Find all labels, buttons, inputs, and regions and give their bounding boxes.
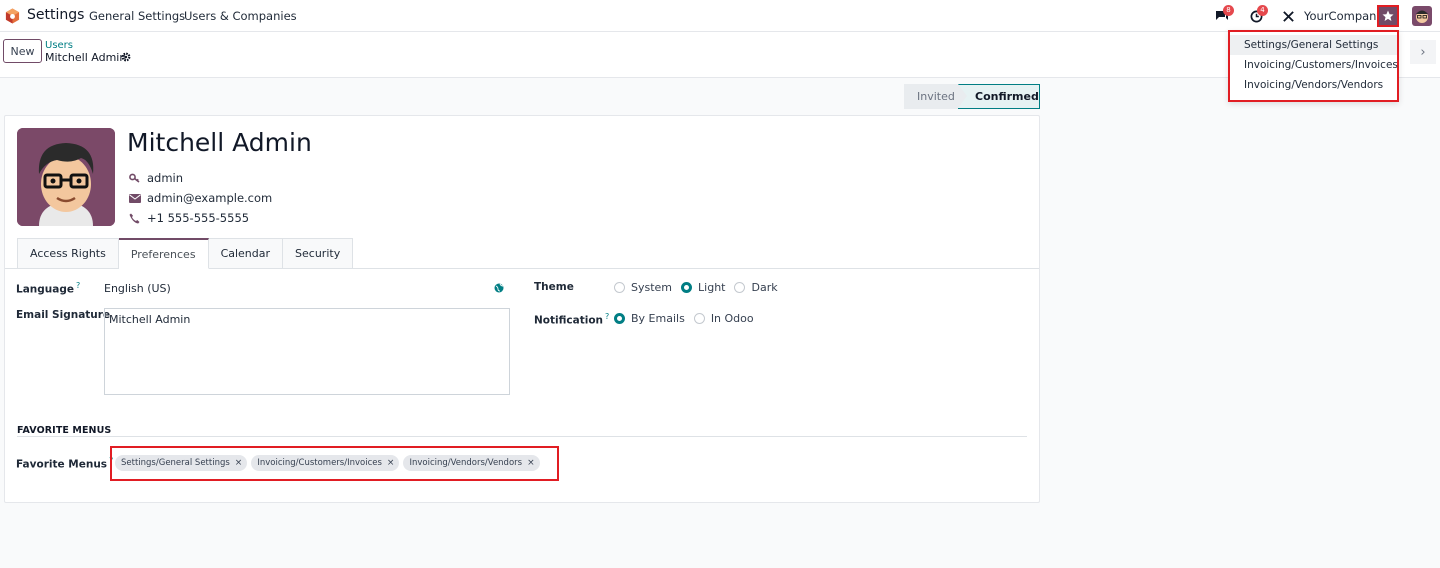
stage-confirmed[interactable]: Confirmed bbox=[958, 84, 1040, 109]
breadcrumb-users[interactable]: Users bbox=[45, 40, 73, 51]
tag-label: Invoicing/Vendors/Vendors bbox=[409, 458, 523, 468]
user-name-title[interactable]: Mitchell Admin bbox=[127, 128, 312, 157]
tag-label: Settings/General Settings bbox=[121, 458, 230, 468]
tag-label: Invoicing/Customers/Invoices bbox=[257, 458, 382, 468]
gear-icon[interactable] bbox=[121, 52, 131, 62]
tab-calendar[interactable]: Calendar bbox=[208, 238, 284, 269]
language-label: Language? bbox=[16, 281, 81, 296]
tab-preferences[interactable]: Preferences bbox=[118, 238, 209, 269]
company-switcher[interactable]: YourCompany bbox=[1304, 9, 1383, 23]
control-panel: New Users Mitchell Admin › bbox=[0, 32, 1440, 78]
clock-icon[interactable]: 4 bbox=[1248, 5, 1268, 24]
signature-field[interactable]: Mitchell Admin bbox=[104, 308, 510, 395]
app-name[interactable]: Settings bbox=[27, 7, 84, 23]
phone-value[interactable]: +1 555-555-5555 bbox=[147, 211, 249, 225]
dropdown-item-vendors[interactable]: Invoicing/Vendors/Vendors bbox=[1230, 75, 1397, 95]
star-icon bbox=[1382, 10, 1394, 21]
theme-dark-option[interactable]: Dark bbox=[734, 281, 778, 294]
section-divider bbox=[17, 436, 1027, 437]
tag-remove-icon[interactable]: × bbox=[387, 458, 395, 468]
key-icon bbox=[129, 173, 143, 183]
tag-remove-icon[interactable]: × bbox=[235, 458, 243, 468]
help-icon[interactable]: ? bbox=[605, 312, 609, 321]
user-avatar[interactable] bbox=[1412, 6, 1432, 26]
odoo-logo-icon[interactable] bbox=[5, 8, 20, 24]
notification-odoo-label: In Odoo bbox=[710, 312, 754, 325]
language-field[interactable]: English (US) bbox=[104, 282, 171, 295]
radio-button-checked[interactable] bbox=[681, 282, 693, 293]
theme-system-label: System bbox=[631, 281, 673, 294]
favorite-menus-section-title: FAVORITE MENUS bbox=[17, 425, 112, 436]
tab-access-rights[interactable]: Access Rights bbox=[17, 238, 119, 269]
theme-light-option[interactable]: Light bbox=[681, 281, 725, 294]
signature-label: Email Signature bbox=[16, 309, 111, 321]
help-icon[interactable]: ? bbox=[76, 281, 80, 290]
messages-badge: 8 bbox=[1223, 5, 1234, 16]
notification-label: Notification? bbox=[534, 312, 610, 327]
status-bar: Invited Confirmed bbox=[904, 84, 1040, 109]
globe-icon[interactable] bbox=[494, 283, 504, 293]
pager-next-button[interactable]: › bbox=[1410, 40, 1436, 64]
tools-icon[interactable] bbox=[1280, 8, 1296, 24]
dropdown-item-general-settings[interactable]: Settings/General Settings bbox=[1230, 35, 1397, 55]
breadcrumb-current: Mitchell Admin bbox=[45, 51, 127, 64]
user-photo[interactable] bbox=[17, 128, 115, 226]
menu-users-companies[interactable]: Users & Companies bbox=[184, 9, 297, 23]
email-value[interactable]: admin@example.com bbox=[147, 191, 272, 205]
favorites-dropdown: Settings/General Settings Invoicing/Cust… bbox=[1228, 30, 1399, 102]
favorite-tag: Settings/General Settings × bbox=[115, 455, 248, 471]
notebook-tabs: Access Rights Preferences Calendar Secur… bbox=[17, 238, 354, 269]
stage-invited[interactable]: Invited bbox=[904, 84, 958, 109]
chat-icon[interactable]: 8 bbox=[1214, 5, 1234, 24]
login-row: admin bbox=[129, 171, 183, 185]
tag-remove-icon[interactable]: × bbox=[527, 458, 535, 468]
theme-light-label: Light bbox=[698, 281, 726, 294]
phone-row: +1 555-555-5555 bbox=[129, 211, 249, 225]
dropdown-item-customer-invoices[interactable]: Invoicing/Customers/Invoices bbox=[1230, 55, 1398, 75]
radio-button-checked[interactable] bbox=[614, 313, 625, 324]
radio-button[interactable] bbox=[693, 313, 705, 324]
favorite-tag: Invoicing/Customers/Invoices × bbox=[251, 455, 400, 471]
menu-general-settings[interactable]: General Settings bbox=[89, 9, 185, 23]
top-navbar: Settings General Settings Users & Compan… bbox=[0, 0, 1440, 32]
notification-email-option[interactable]: By Emails bbox=[614, 312, 685, 325]
theme-radio-group: System Light Dark bbox=[614, 281, 787, 294]
login-value[interactable]: admin bbox=[147, 171, 183, 185]
favorite-menus-field[interactable]: Settings/General Settings × Invoicing/Cus… bbox=[115, 455, 544, 471]
radio-button[interactable] bbox=[734, 282, 746, 293]
activities-badge: 4 bbox=[1257, 5, 1268, 16]
favorites-toggle-button[interactable] bbox=[1377, 5, 1399, 27]
favorite-menus-label: Favorite Menus? bbox=[16, 456, 114, 471]
notification-radio-group: By Emails In Odoo bbox=[614, 312, 763, 325]
theme-label: Theme bbox=[534, 281, 574, 293]
theme-dark-label: Dark bbox=[751, 281, 778, 294]
form-sheet: Mitchell Admin admin admin@example.com +… bbox=[4, 115, 1040, 503]
radio-button[interactable] bbox=[614, 282, 625, 293]
stage-arrow bbox=[958, 84, 967, 108]
email-row: admin@example.com bbox=[129, 191, 272, 205]
tab-security[interactable]: Security bbox=[283, 238, 354, 269]
notification-email-label: By Emails bbox=[631, 312, 685, 325]
notification-odoo-option[interactable]: In Odoo bbox=[693, 312, 754, 325]
phone-icon bbox=[129, 213, 143, 224]
theme-system-option[interactable]: System bbox=[614, 281, 672, 294]
favorite-tag: Invoicing/Vendors/Vendors × bbox=[403, 455, 540, 471]
new-button[interactable]: New bbox=[3, 39, 42, 63]
envelope-icon bbox=[129, 193, 143, 203]
